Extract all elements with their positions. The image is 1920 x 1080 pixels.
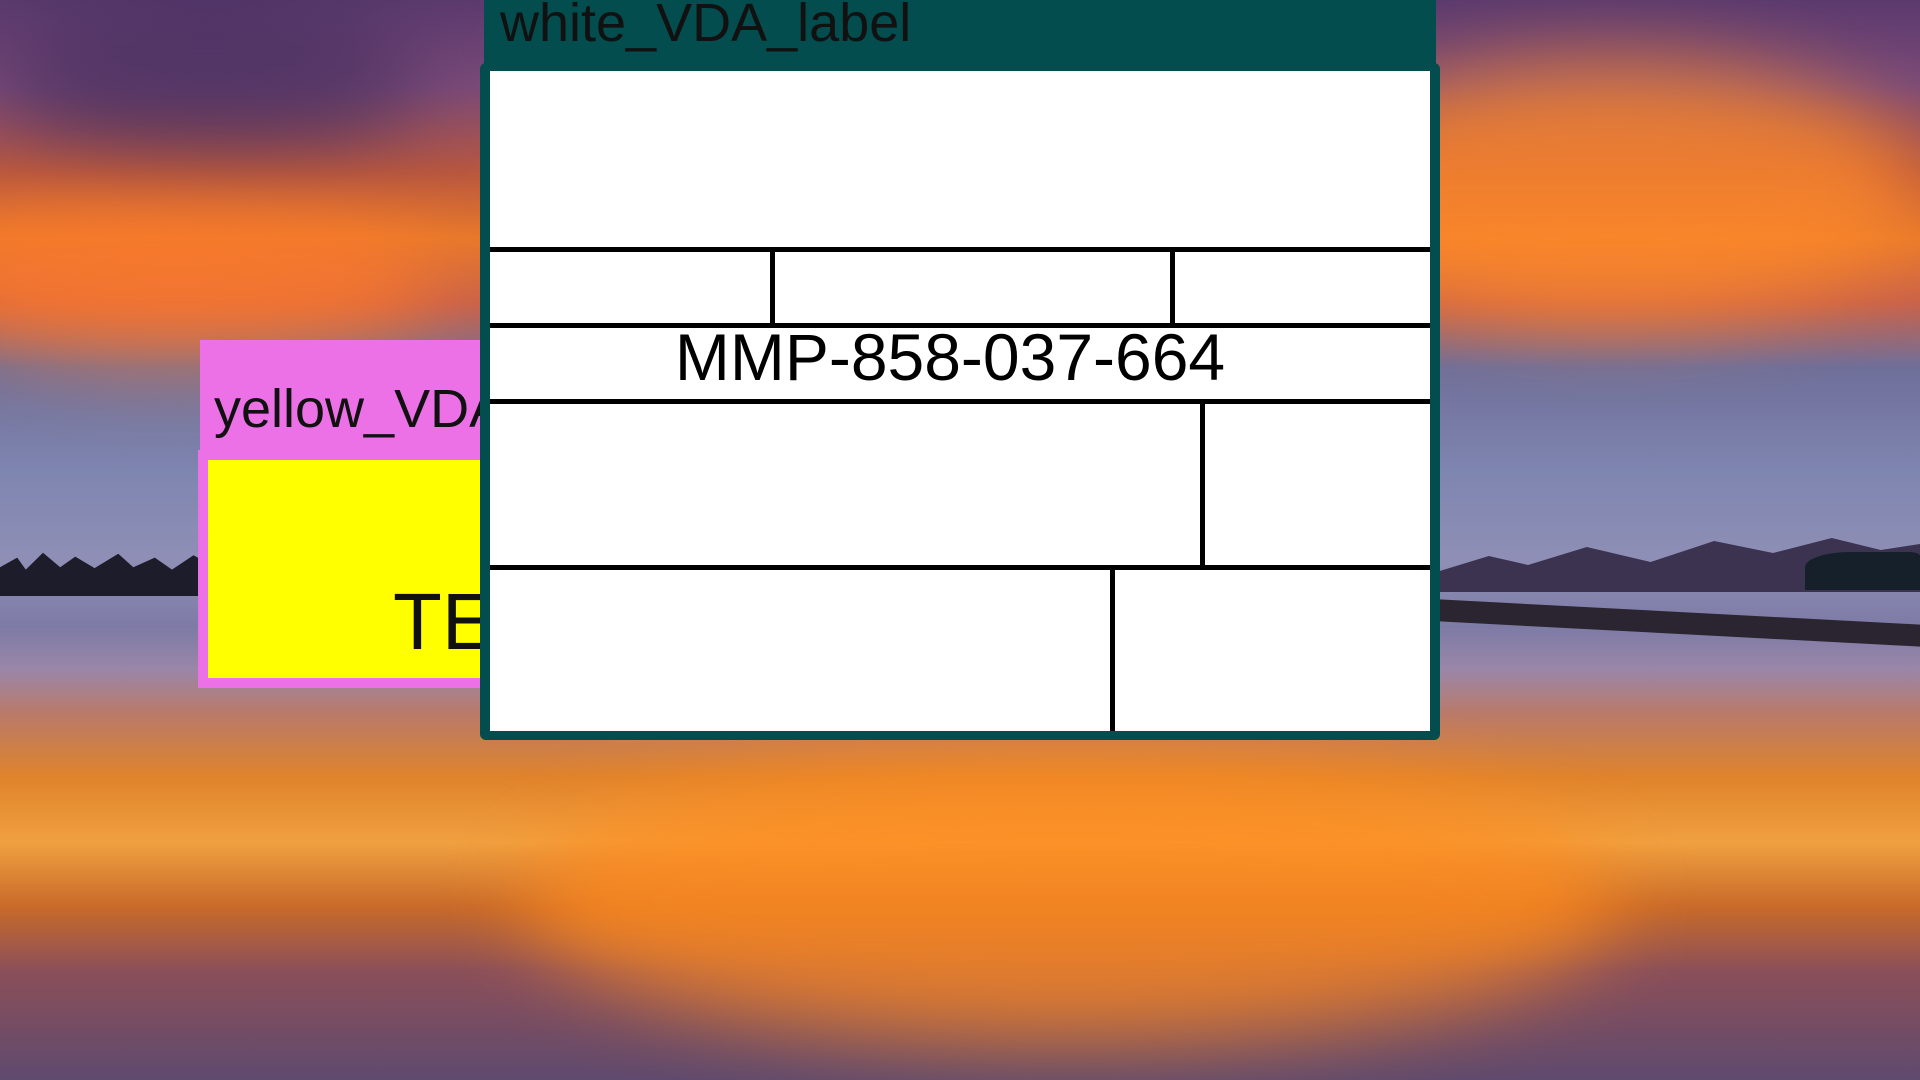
form-divider (770, 247, 775, 327)
treeline-silhouette (0, 552, 215, 596)
white-vda-window[interactable]: white_VDA_label MMP-858-037-664 (480, 0, 1440, 740)
form-divider (490, 565, 1430, 570)
cloud-shade (0, 0, 420, 160)
white-window-title: white_VDA_label (500, 0, 912, 53)
form-divider (490, 247, 1430, 252)
white-label-form: MMP-858-037-664 (490, 71, 1430, 731)
label-code-text: MMP-858-037-664 (674, 320, 1226, 394)
white-window-body: MMP-858-037-664 (480, 63, 1440, 740)
water-reflection-glow (520, 760, 1620, 1040)
cloud-glow (0, 200, 440, 360)
island-silhouette (1805, 552, 1920, 590)
form-divider (1170, 247, 1175, 327)
white-window-titlebar[interactable]: white_VDA_label (484, 0, 1436, 70)
shoreline-spit (1430, 598, 1920, 648)
form-divider (490, 399, 1430, 404)
form-divider (1110, 565, 1115, 731)
form-divider (1200, 399, 1205, 567)
